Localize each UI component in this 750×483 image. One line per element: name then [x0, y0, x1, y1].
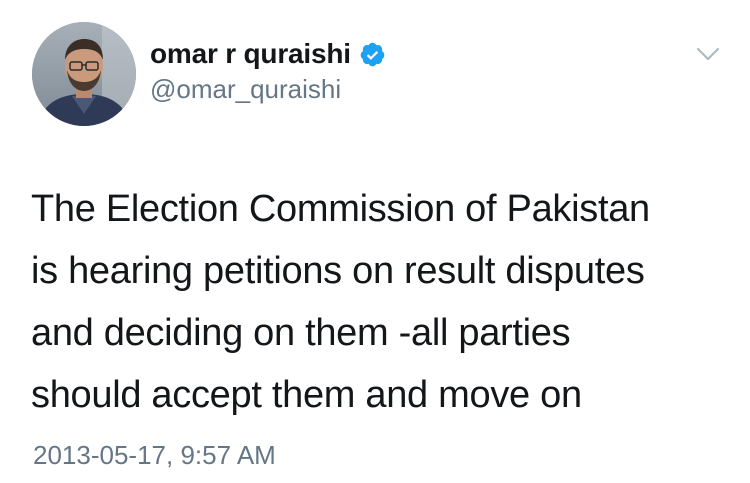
tweet-text-line: is hearing petitions on result disputes [31, 250, 645, 292]
user-handle[interactable]: @omar_quraishi [150, 74, 341, 105]
tweet-text-line: The Election Commission of Pakistan [31, 188, 650, 230]
tweet-timestamp[interactable]: 2013-05-17, 9:57 AM [33, 440, 276, 471]
chevron-down-icon[interactable] [694, 40, 722, 68]
user-name-row[interactable]: omar r quraishi [150, 34, 386, 74]
avatar[interactable] [32, 22, 136, 126]
display-name[interactable]: omar r quraishi [150, 38, 351, 70]
tweet-text-line: and deciding on them -all parties [31, 312, 571, 354]
tweet-card: omar r quraishi @omar_quraishi The Elect… [0, 0, 750, 483]
avatar-photo [32, 22, 136, 126]
tweet-text: The Election Commission of Pakistan is h… [31, 178, 731, 426]
verified-badge-icon [359, 41, 386, 68]
tweet-text-line: should accept them and move on [31, 374, 582, 416]
